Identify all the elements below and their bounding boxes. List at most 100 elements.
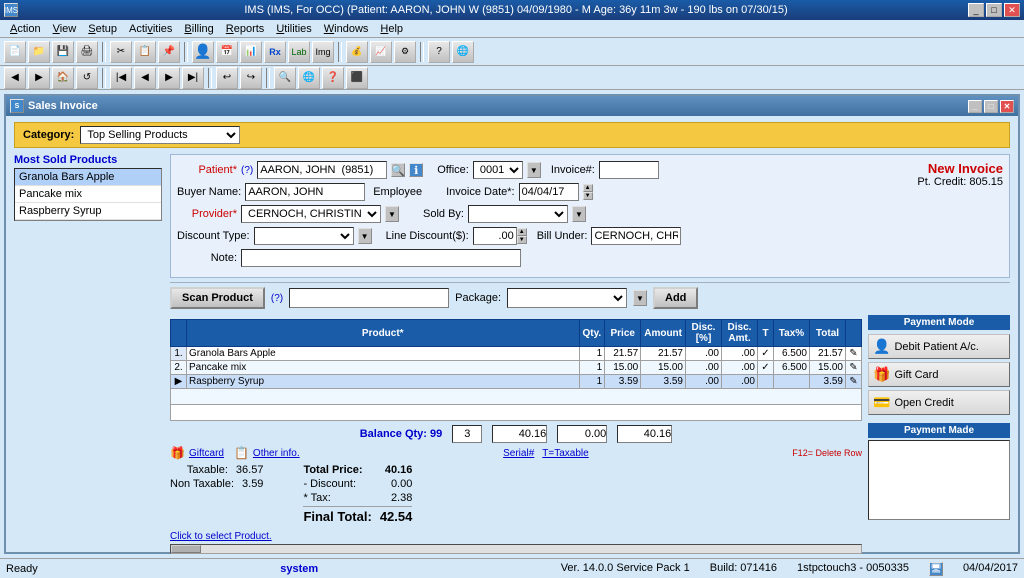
tb2-fwd[interactable]: ▶ <box>28 67 50 89</box>
patient-input[interactable] <box>257 161 387 179</box>
buyer-input[interactable] <box>245 183 365 201</box>
row2-t[interactable]: ✓ <box>758 361 774 375</box>
close-button[interactable]: ✕ <box>1004 3 1020 17</box>
row2-product[interactable]: Pancake mix <box>187 361 580 375</box>
patient-hint[interactable]: (?) <box>241 165 253 176</box>
tb2-stop[interactable]: ⬛ <box>346 67 368 89</box>
row3-amount[interactable]: 3.59 <box>641 375 686 389</box>
tb2-first[interactable]: |◀ <box>110 67 132 89</box>
balance-qty-input[interactable] <box>452 425 482 443</box>
inner-restore[interactable]: □ <box>984 100 998 113</box>
patient-info-icon[interactable]: ℹ <box>409 163 423 177</box>
row1-tax-pct[interactable]: 6.500 <box>774 347 810 361</box>
tb2-internet[interactable]: 🌐 <box>298 67 320 89</box>
tb2-last[interactable]: ▶| <box>182 67 204 89</box>
menu-utilities[interactable]: Utilities <box>270 21 317 37</box>
click-select-link[interactable]: Click to select Product. <box>170 531 272 542</box>
serial-link[interactable]: Serial# <box>503 448 534 459</box>
row1-product[interactable]: Granola Bars Apple <box>187 347 580 361</box>
tb2-prev[interactable]: ◀ <box>134 67 156 89</box>
add-button[interactable]: Add <box>653 287 698 309</box>
note-input[interactable] <box>241 249 521 267</box>
gift-card-button[interactable]: 🎁 Gift Card <box>868 362 1010 387</box>
invoice-date-input[interactable] <box>519 183 579 201</box>
tb-patient[interactable]: 👤 <box>192 41 214 63</box>
tb2-search[interactable]: 🔍 <box>274 67 296 89</box>
row3-disc-amt[interactable]: .00 <box>722 375 758 389</box>
row1-disc-pct[interactable]: .00 <box>686 347 722 361</box>
scan-hint[interactable]: (?) <box>271 293 283 304</box>
menu-reports[interactable]: Reports <box>220 21 271 37</box>
bill-under-input[interactable] <box>591 227 681 245</box>
row1-t[interactable]: ✓ <box>758 347 774 361</box>
row2-price[interactable]: 15.00 <box>605 361 641 375</box>
tb2-refresh[interactable]: ↺ <box>76 67 98 89</box>
tb-copy[interactable]: 📋 <box>134 41 156 63</box>
row1-disc-amt[interactable]: .00 <box>722 347 758 361</box>
row3-price[interactable]: 3.59 <box>605 375 641 389</box>
provider-select[interactable]: CERNOCH, CHRISTINE <box>241 205 381 223</box>
tb2-home[interactable]: 🏠 <box>52 67 74 89</box>
tb-setup2[interactable]: ⚙ <box>394 41 416 63</box>
patient-search-icon[interactable]: 🔍 <box>391 163 405 177</box>
invoice-date-spinner[interactable]: ▲ ▼ <box>583 184 593 200</box>
row3-disc-pct[interactable]: .00 <box>686 375 722 389</box>
horizontal-scrollbar[interactable] <box>170 544 862 554</box>
inner-close[interactable]: ✕ <box>1000 100 1014 113</box>
row3-total[interactable]: 3.59 <box>810 375 846 389</box>
row1-qty[interactable]: 1 <box>579 347 605 361</box>
open-credit-button[interactable]: 💳 Open Credit <box>868 390 1010 415</box>
row1-price[interactable]: 21.57 <box>605 347 641 361</box>
tb2-undo[interactable]: ↩ <box>216 67 238 89</box>
row1-amount[interactable]: 21.57 <box>641 347 686 361</box>
tb-paste[interactable]: 📌 <box>158 41 180 63</box>
tb-lab[interactable]: Lab <box>288 41 310 63</box>
scroll-thumb[interactable] <box>171 545 201 553</box>
discount-type-select[interactable] <box>254 227 354 245</box>
tb-print[interactable]: 🖨 <box>76 41 98 63</box>
tb-bill[interactable]: 💰 <box>346 41 368 63</box>
discount-down-arrow[interactable]: ▼ <box>517 236 527 244</box>
product-item-1[interactable]: Pancake mix <box>15 186 161 203</box>
row2-total[interactable]: 15.00 <box>810 361 846 375</box>
tb-chart[interactable]: 📊 <box>240 41 262 63</box>
date-up-arrow[interactable]: ▲ <box>583 184 593 192</box>
tb2-back[interactable]: ◀ <box>4 67 26 89</box>
row1-total[interactable]: 21.57 <box>810 347 846 361</box>
row3-tax-pct[interactable] <box>774 375 810 389</box>
tb-cut[interactable]: ✂ <box>110 41 132 63</box>
row2-disc-pct[interactable]: .00 <box>686 361 722 375</box>
row3-qty[interactable]: 1 <box>579 375 605 389</box>
taxable-link[interactable]: T=Taxable <box>542 448 588 459</box>
balance-subtotal-input[interactable] <box>492 425 547 443</box>
inner-minimize[interactable]: _ <box>968 100 982 113</box>
row3-t[interactable] <box>758 375 774 389</box>
tb2-next[interactable]: ▶ <box>158 67 180 89</box>
balance-total-input[interactable] <box>617 425 672 443</box>
row3-edit-icon[interactable]: ✎ <box>846 375 862 389</box>
tb2-help2[interactable]: ❓ <box>322 67 344 89</box>
row2-disc-amt[interactable]: .00 <box>722 361 758 375</box>
menu-setup[interactable]: Setup <box>82 21 123 37</box>
tb2-redo[interactable]: ↪ <box>240 67 262 89</box>
menu-view[interactable]: View <box>47 21 83 37</box>
tb-img[interactable]: Img <box>312 41 334 63</box>
office-combo-arrow[interactable]: ▼ <box>527 162 541 178</box>
tb-new[interactable]: 📄 <box>4 41 26 63</box>
menu-activities[interactable]: Activities <box>123 21 178 37</box>
minimize-button[interactable]: _ <box>968 3 984 17</box>
tb-save[interactable]: 💾 <box>52 41 74 63</box>
tb-globe[interactable]: 🌐 <box>452 41 474 63</box>
package-combo-arrow[interactable]: ▼ <box>633 290 647 306</box>
sold-by-select[interactable] <box>468 205 568 223</box>
tb-open[interactable]: 📁 <box>28 41 50 63</box>
tb-schedule[interactable]: 📅 <box>216 41 238 63</box>
tb-report[interactable]: 📈 <box>370 41 392 63</box>
row3-product[interactable]: Raspberry Syrup <box>187 375 580 389</box>
package-select[interactable] <box>507 288 627 308</box>
maximize-button[interactable]: □ <box>986 3 1002 17</box>
other-info-link[interactable]: Other info. <box>253 448 300 459</box>
discount-type-combo-arrow[interactable]: ▼ <box>358 228 372 244</box>
discount-up-arrow[interactable]: ▲ <box>517 228 527 236</box>
menu-billing[interactable]: Billing <box>178 21 219 37</box>
